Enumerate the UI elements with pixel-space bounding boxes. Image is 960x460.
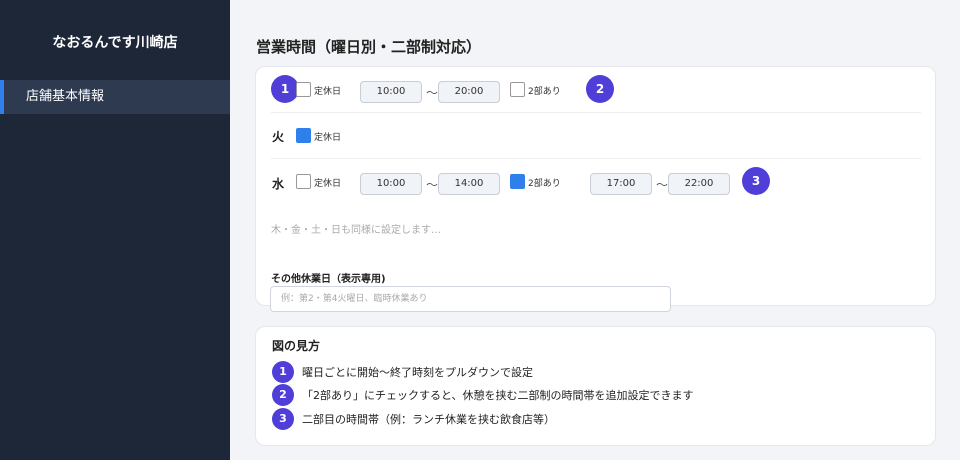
legend-title: 図の見方 (272, 339, 321, 353)
closed-label-wed: 定休日 (314, 179, 342, 189)
other-holidays-input[interactable]: 例：第2・第4火曜日、臨時休業あり (270, 286, 671, 312)
sidebar-item-store-info[interactable]: 店舗基本情報 (0, 80, 230, 114)
closed-checkbox-tue[interactable] (296, 128, 311, 143)
legend-badge-2: 2 (272, 384, 294, 406)
two-part-label-row1: 2部あり (528, 87, 561, 97)
sidebar: なおるんです川崎店 店舗基本情報 (0, 0, 230, 460)
business-hours-card: 1 定休日 10:00 ～ 20:00 2部あり 2 火 定休日 水 定休日 1… (255, 66, 936, 312)
day-label-wed: 水 (272, 177, 285, 191)
two-part-label-wed: 2部あり (528, 179, 561, 189)
legend-text-1: 曜日ごとに開始〜終了時刻をプルダウンで設定 (302, 366, 533, 379)
annotation-badge-2: 2 (586, 75, 614, 103)
two-part-checkbox-wed[interactable] (510, 174, 525, 189)
tilde-row1: ～ (426, 86, 439, 100)
day-label-tue: 火 (272, 130, 285, 144)
remaining-days-hint: 木・金・土・日も同様に設定します… (271, 225, 441, 236)
closed-checkbox-row1[interactable] (296, 82, 311, 97)
end-time-select-wed[interactable]: 14:00 (438, 173, 500, 195)
second-end-time-select-wed[interactable]: 22:00 (668, 173, 730, 195)
legend-text-3: 二部目の時間帯（例：ランチ休業を挟む飲食店等） (302, 413, 555, 426)
start-time-select-row1[interactable]: 10:00 (360, 81, 422, 103)
legend-badge-3: 3 (272, 408, 294, 430)
other-holidays-label: その他休業日（表示専用) (271, 274, 386, 285)
divider (271, 112, 921, 113)
tilde-wed-second: ～ (656, 178, 669, 192)
annotation-badge-1: 1 (271, 75, 299, 103)
closed-checkbox-wed[interactable] (296, 174, 311, 189)
annotation-badge-3: 3 (742, 167, 770, 195)
start-time-select-wed[interactable]: 10:00 (360, 173, 422, 195)
second-start-time-select-wed[interactable]: 17:00 (590, 173, 652, 195)
divider (271, 158, 921, 159)
end-time-select-row1[interactable]: 20:00 (438, 81, 500, 103)
legend-badge-1: 1 (272, 361, 294, 383)
closed-label-tue: 定休日 (314, 133, 342, 143)
legend-card: 図の見方 1 曜日ごとに開始〜終了時刻をプルダウンで設定 2 「2部あり」にチェ… (255, 326, 936, 446)
page-title: 営業時間（曜日別・二部制対応） (256, 38, 482, 56)
closed-label-row1: 定休日 (314, 87, 342, 97)
tilde-wed: ～ (426, 178, 439, 192)
store-name: なおるんです川崎店 (52, 35, 178, 51)
legend-text-2: 「2部あり」にチェックすると、休憩を挟む二部制の時間帯を追加設定できます (302, 389, 694, 402)
two-part-checkbox-row1[interactable] (510, 82, 525, 97)
